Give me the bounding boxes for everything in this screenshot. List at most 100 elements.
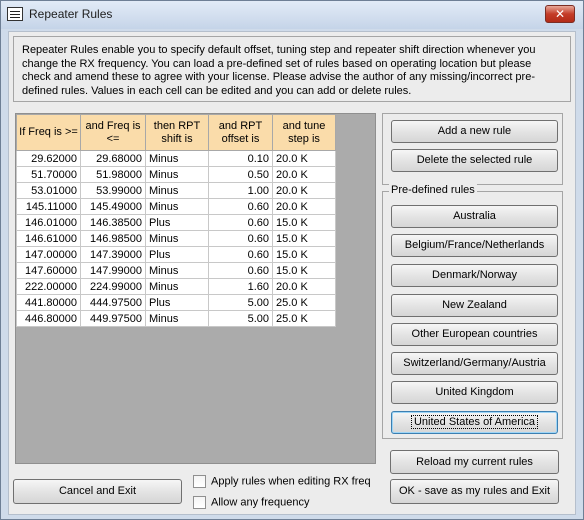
freq-max-cell[interactable]: 444.97500	[80, 294, 146, 311]
apply-rules-box[interactable]	[193, 475, 206, 488]
table-row[interactable]: 147.60000 147.99000 Minus 0.60 15.0 K	[16, 262, 336, 279]
freq-min-cell[interactable]: 222.00000	[16, 278, 81, 295]
title-bar: Repeater Rules ✕	[1, 1, 583, 29]
rules-grid: If Freq is >= and Freq is <= then RPT sh…	[15, 113, 376, 464]
offset-cell[interactable]: 0.60	[208, 230, 273, 247]
add-rule-button[interactable]: Add a new rule	[391, 120, 558, 143]
shift-cell[interactable]: Minus	[145, 230, 209, 247]
shift-cell[interactable]: Plus	[145, 294, 209, 311]
freq-min-cell[interactable]: 145.11000	[16, 198, 81, 215]
preset-other-europe-button[interactable]: Other European countries	[391, 323, 558, 346]
preset-benelux-button[interactable]: Belgium/France/Netherlands	[391, 234, 558, 257]
offset-cell[interactable]: 0.50	[208, 166, 273, 183]
dialog-body: Repeater Rules enable you to specify def…	[8, 31, 576, 515]
offset-cell[interactable]: 0.60	[208, 198, 273, 215]
step-cell[interactable]: 15.0 K	[272, 262, 336, 279]
step-cell[interactable]: 15.0 K	[272, 246, 336, 263]
header-freq-max: and Freq is <=	[80, 114, 146, 151]
intro-text: Repeater Rules enable you to specify def…	[22, 44, 536, 97]
shift-cell[interactable]: Minus	[145, 166, 209, 183]
freq-max-cell[interactable]: 146.38500	[80, 214, 146, 231]
offset-cell[interactable]: 0.60	[208, 246, 273, 263]
cancel-exit-button[interactable]: Cancel and Exit	[13, 479, 182, 504]
freq-min-cell[interactable]: 53.01000	[16, 182, 81, 199]
shift-cell[interactable]: Plus	[145, 214, 209, 231]
freq-max-cell[interactable]: 224.99000	[80, 278, 146, 295]
step-cell[interactable]: 20.0 K	[272, 278, 336, 295]
freq-max-cell[interactable]: 51.98000	[80, 166, 146, 183]
table-row[interactable]: 446.80000 449.97500 Minus 5.00 25.0 K	[16, 310, 336, 327]
shift-cell[interactable]: Plus	[145, 246, 209, 263]
freq-min-cell[interactable]: 147.00000	[16, 246, 81, 263]
step-cell[interactable]: 20.0 K	[272, 166, 336, 183]
freq-max-cell[interactable]: 449.97500	[80, 310, 146, 327]
offset-cell[interactable]: 5.00	[208, 310, 273, 327]
freq-min-cell[interactable]: 147.60000	[16, 262, 81, 279]
intro-panel: Repeater Rules enable you to specify def…	[13, 36, 571, 102]
predefined-legend: Pre-defined rules	[389, 184, 477, 196]
header-offset: and RPT offset is	[208, 114, 273, 151]
shift-cell[interactable]: Minus	[145, 310, 209, 327]
shift-cell[interactable]: Minus	[145, 278, 209, 295]
delete-rule-button[interactable]: Delete the selected rule	[391, 149, 558, 172]
header-shift: then RPT shift is	[145, 114, 209, 151]
preset-denmark-norway-button[interactable]: Denmark/Norway	[391, 264, 558, 287]
step-cell[interactable]: 20.0 K	[272, 182, 336, 199]
freq-max-cell[interactable]: 147.99000	[80, 262, 146, 279]
allow-any-box[interactable]	[193, 496, 206, 509]
preset-uk-button[interactable]: United Kingdom	[391, 381, 558, 404]
apply-rules-checkbox[interactable]: Apply rules when editing RX freq	[193, 475, 371, 488]
offset-cell[interactable]: 0.60	[208, 214, 273, 231]
freq-max-cell[interactable]: 146.98500	[80, 230, 146, 247]
freq-max-cell[interactable]: 145.49000	[80, 198, 146, 215]
table-row[interactable]: 53.01000 53.99000 Minus 1.00 20.0 K	[16, 182, 336, 199]
table-row[interactable]: 145.11000 145.49000 Minus 0.60 20.0 K	[16, 198, 336, 215]
table-row[interactable]: 146.61000 146.98500 Minus 0.60 15.0 K	[16, 230, 336, 247]
freq-max-cell[interactable]: 147.39000	[80, 246, 146, 263]
freq-max-cell[interactable]: 53.99000	[80, 182, 146, 199]
offset-cell[interactable]: 1.00	[208, 182, 273, 199]
shift-cell[interactable]: Minus	[145, 198, 209, 215]
repeater-rules-window: Repeater Rules ✕ Repeater Rules enable y…	[0, 0, 584, 520]
freq-min-cell[interactable]: 51.70000	[16, 166, 81, 183]
freq-min-cell[interactable]: 29.62000	[16, 150, 81, 167]
header-step: and tune step is	[272, 114, 336, 151]
app-icon	[7, 7, 23, 21]
shift-cell[interactable]: Minus	[145, 150, 209, 167]
preset-new-zealand-button[interactable]: New Zealand	[391, 294, 558, 317]
table-row[interactable]: 146.01000 146.38500 Plus 0.60 15.0 K	[16, 214, 336, 231]
step-cell[interactable]: 20.0 K	[272, 198, 336, 215]
offset-cell[interactable]: 5.00	[208, 294, 273, 311]
offset-cell[interactable]: 0.10	[208, 150, 273, 167]
freq-min-cell[interactable]: 441.80000	[16, 294, 81, 311]
close-icon[interactable]: ✕	[545, 5, 575, 23]
offset-cell[interactable]: 0.60	[208, 262, 273, 279]
reload-rules-button[interactable]: Reload my current rules	[390, 450, 559, 474]
freq-min-cell[interactable]: 146.61000	[16, 230, 81, 247]
table-row[interactable]: 51.70000 51.98000 Minus 0.50 20.0 K	[16, 166, 336, 183]
preset-usa-button[interactable]: United States of America	[391, 411, 558, 434]
header-freq-min: If Freq is >=	[16, 114, 81, 151]
offset-cell[interactable]: 1.60	[208, 278, 273, 295]
step-cell[interactable]: 25.0 K	[272, 310, 336, 327]
ok-save-exit-button[interactable]: OK - save as my rules and Exit	[390, 479, 559, 504]
table-row[interactable]: 147.00000 147.39000 Plus 0.60 15.0 K	[16, 246, 336, 263]
table-row[interactable]: 29.62000 29.68000 Minus 0.10 20.0 K	[16, 150, 336, 167]
preset-australia-button[interactable]: Australia	[391, 205, 558, 228]
step-cell[interactable]: 20.0 K	[272, 150, 336, 167]
table-row[interactable]: 441.80000 444.97500 Plus 5.00 25.0 K	[16, 294, 336, 311]
step-cell[interactable]: 15.0 K	[272, 214, 336, 231]
freq-min-cell[interactable]: 146.01000	[16, 214, 81, 231]
shift-cell[interactable]: Minus	[145, 182, 209, 199]
table-row[interactable]: 222.00000 224.99000 Minus 1.60 20.0 K	[16, 278, 336, 295]
freq-max-cell[interactable]: 29.68000	[80, 150, 146, 167]
rules-table: If Freq is >= and Freq is <= then RPT sh…	[16, 114, 336, 327]
freq-min-cell[interactable]: 446.80000	[16, 310, 81, 327]
allow-any-checkbox[interactable]: Allow any frequency	[193, 496, 309, 509]
preset-dach-button[interactable]: Switzerland/Germany/Austria	[391, 352, 558, 375]
preset-usa-label: United States of America	[410, 415, 539, 429]
shift-cell[interactable]: Minus	[145, 262, 209, 279]
step-cell[interactable]: 15.0 K	[272, 230, 336, 247]
window-title: Repeater Rules	[29, 7, 113, 21]
step-cell[interactable]: 25.0 K	[272, 294, 336, 311]
